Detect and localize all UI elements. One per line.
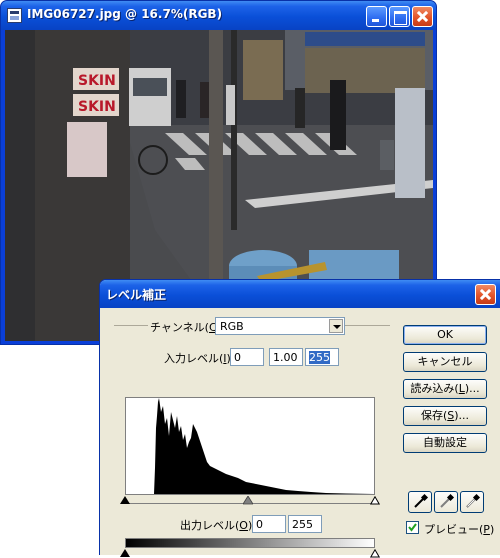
input-black-field[interactable]: 0	[230, 348, 264, 366]
histogram	[125, 397, 375, 495]
histogram-graph	[126, 398, 374, 494]
input-white-slider[interactable]	[370, 496, 380, 505]
gray-eyedropper-button[interactable]	[434, 491, 458, 513]
minimize-icon	[367, 7, 386, 26]
input-gamma-field[interactable]: 1.00	[269, 348, 303, 366]
black-eyedropper-button[interactable]	[408, 491, 432, 513]
close-icon	[413, 7, 432, 26]
levels-dialog-body: チャンネル(C): RGB 入力レベル(I): 0 1.00 255 出力レベル…	[104, 308, 500, 558]
white-eyedropper-icon	[466, 493, 481, 508]
maximize-icon	[390, 7, 409, 26]
svg-text:SKIN: SKIN	[78, 99, 116, 115]
svg-text:SKIN: SKIN	[78, 73, 116, 89]
preview-checkbox[interactable]	[406, 521, 419, 534]
close-icon	[476, 285, 495, 304]
output-gradient-bar	[125, 538, 375, 548]
dialog-close-button[interactable]	[475, 284, 496, 305]
image-window-titlebar[interactable]: IMG06727.jpg @ 16.7%(RGB)	[1, 1, 436, 30]
white-eyedropper-button[interactable]	[460, 491, 484, 513]
black-eyedropper-icon	[414, 493, 429, 508]
input-black-slider[interactable]	[120, 496, 130, 505]
input-levels-label: 入力レベル(I):	[164, 352, 235, 365]
levels-dialog-title: レベル補正	[106, 288, 167, 302]
close-button[interactable]	[412, 6, 433, 27]
save-button[interactable]: 保存(S)...	[403, 406, 487, 426]
output-white-slider[interactable]	[370, 549, 380, 558]
channel-select[interactable]: RGB	[215, 317, 345, 335]
cancel-button[interactable]: キャンセル	[403, 352, 487, 372]
image-window-title: IMG06727.jpg @ 16.7%(RGB)	[27, 7, 223, 21]
output-levels-label: 出力レベル(O):	[180, 519, 256, 532]
levels-dialog-titlebar[interactable]: レベル補正	[100, 280, 500, 308]
document-icon	[7, 8, 22, 23]
output-black-slider[interactable]	[120, 549, 130, 558]
output-black-field[interactable]: 0	[252, 515, 286, 533]
maximize-button[interactable]	[389, 6, 410, 27]
checkmark-icon	[408, 523, 417, 532]
gray-eyedropper-icon	[440, 493, 455, 508]
preview-label[interactable]: プレビュー(P)	[424, 521, 494, 537]
output-white-field[interactable]: 255	[288, 515, 322, 533]
channel-select-value: RGB	[220, 320, 244, 333]
input-gamma-slider[interactable]	[243, 496, 253, 505]
auto-button[interactable]: 自動設定	[403, 433, 487, 453]
minimize-button[interactable]	[366, 6, 387, 27]
ok-button[interactable]: OK	[403, 325, 487, 345]
load-button[interactable]: 読み込み(L)...	[403, 379, 487, 399]
chevron-down-icon[interactable]	[329, 319, 343, 333]
input-white-field[interactable]: 255	[305, 348, 339, 366]
levels-dialog: レベル補正 チャンネル(C): RGB 入力レベル(I): 0 1.00 255	[99, 279, 500, 558]
